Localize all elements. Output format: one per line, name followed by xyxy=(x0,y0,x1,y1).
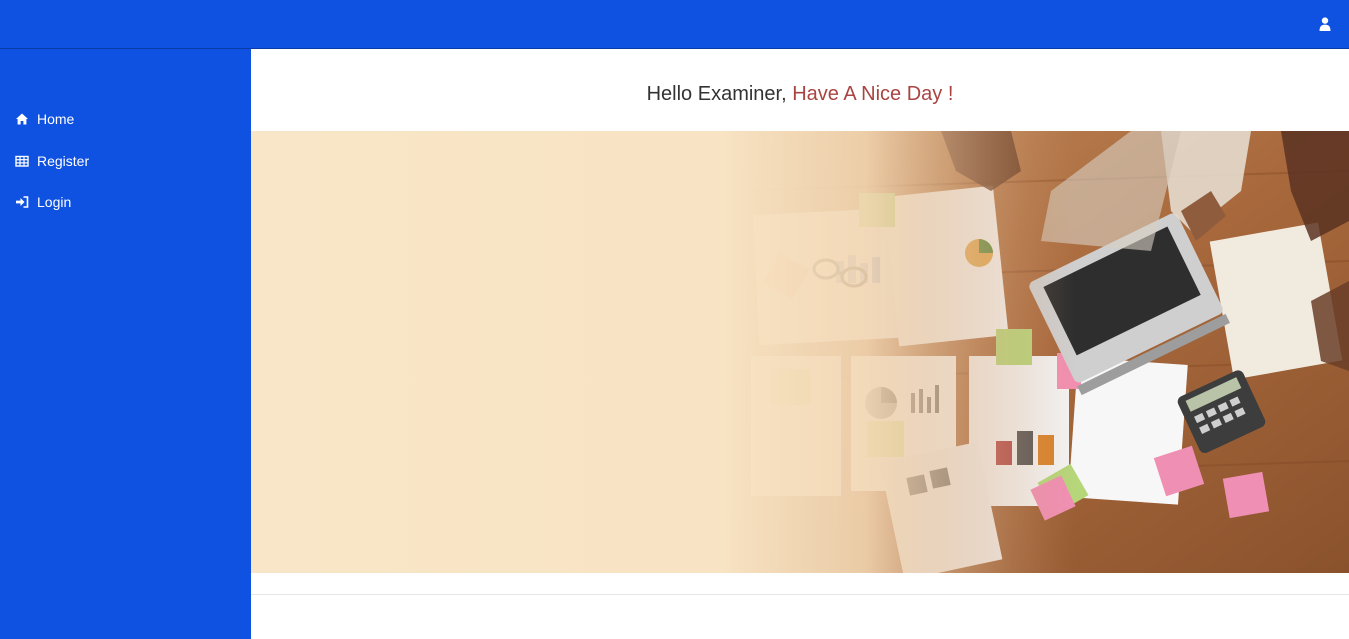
table-icon xyxy=(15,155,29,167)
sidebar-item-home[interactable]: Home xyxy=(0,109,251,129)
sidebar-item-label: Register xyxy=(37,152,90,169)
page-greeting: Hello Examiner, Have A Nice Day ! xyxy=(251,83,1349,106)
greeting-accent: Have A Nice Day ! xyxy=(792,83,954,105)
sidebar: Home Register Login xyxy=(0,49,251,639)
main-content: Hello Examiner, Have A Nice Day ! xyxy=(251,49,1349,639)
footer-divider xyxy=(251,594,1349,595)
top-navbar xyxy=(0,0,1349,49)
user-icon[interactable] xyxy=(1319,17,1331,31)
sidebar-item-register[interactable]: Register xyxy=(0,151,251,171)
sign-in-icon xyxy=(16,196,29,208)
sidebar-item-label: Home xyxy=(37,111,75,127)
sidebar-item-login[interactable]: Login xyxy=(0,192,251,212)
home-icon xyxy=(16,113,28,125)
sidebar-item-label: Login xyxy=(37,194,72,210)
greeting-prefix: Hello Examiner, xyxy=(646,83,793,105)
hero-banner-image xyxy=(251,131,1349,573)
